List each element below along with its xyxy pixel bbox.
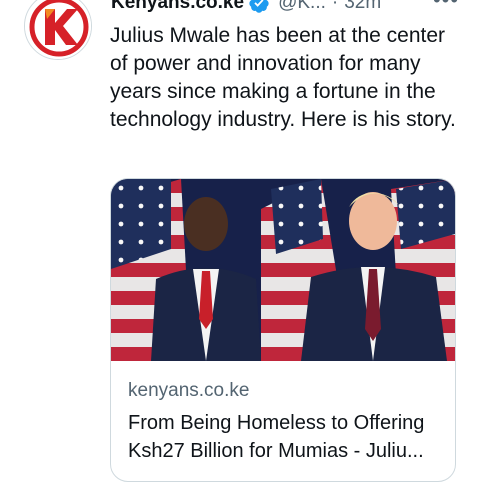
card-domain: kenyans.co.ke	[128, 380, 250, 401]
card-title-line-2: Ksh27 Billion for Mumias - Juliu...	[128, 440, 424, 462]
display-name[interactable]: Kenyans.co.ke	[111, 0, 244, 15]
tweet-header: Kenyans.co.ke @K... · 32m	[111, 0, 381, 15]
card-title: From Being Homeless to Offering Ksh27 Bi…	[128, 409, 446, 465]
separator-dot: ·	[331, 0, 339, 13]
tweet[interactable]: Kenyans.co.ke @K... · 32m ••• Julius Mwa…	[0, 0, 480, 493]
verified-badge-icon	[249, 0, 269, 13]
link-card[interactable]: kenyans.co.ke From Being Homeless to Off…	[110, 178, 456, 482]
card-image	[111, 179, 455, 361]
avatar[interactable]	[24, 0, 92, 60]
more-options-icon[interactable]: •••	[432, 0, 460, 11]
handle[interactable]: @K...	[278, 0, 326, 15]
timestamp[interactable]: 32m	[344, 0, 381, 15]
tweet-text: Julius Mwale has been at the center of p…	[110, 24, 456, 131]
kenyans-logo-icon	[25, 0, 91, 59]
card-title-line-1: From Being Homeless to Offering	[128, 412, 425, 434]
